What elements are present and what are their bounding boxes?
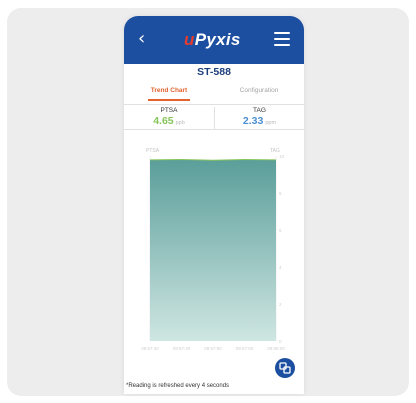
x-tick-label: 09:58:00 xyxy=(267,346,285,351)
top-app-bar: ‹ uPyxis xyxy=(124,16,304,64)
device-title: ST-588 xyxy=(197,66,231,78)
refresh-footnote: *Reading is refreshed every 4 seconds xyxy=(126,383,230,389)
reading-ptsa-name: PTSA xyxy=(160,107,178,114)
reading-ptsa-value: 4.65 xyxy=(153,115,174,127)
x-tick-label: 09:57:60 xyxy=(236,346,254,351)
fullscreen-button[interactable] xyxy=(275,358,295,378)
trend-chart-svg: PTSA TAG108642009:57:30 09:57:40 09:57:50 09… xyxy=(141,148,285,351)
reading-tag-unit: ppm xyxy=(265,120,277,126)
series-area-ptsa xyxy=(150,159,276,341)
reading-tag: TAG 2.33 ppm xyxy=(214,107,304,129)
hamburger-menu-icon[interactable] xyxy=(274,32,290,46)
readings-row: PTSA 4.65 ppb TAG 2.33 ppm xyxy=(124,104,304,130)
right-tick-label: 10 xyxy=(279,154,285,159)
reading-ptsa-value-wrap: 4.65 ppb xyxy=(124,115,214,129)
right-tick-label: 6 xyxy=(279,228,282,233)
trend-chart: PTSA TAG 10 8 6 4 2 0 09:57:30 09:57:40 09:57:50 09… xyxy=(124,136,304,366)
logo-prefix: u xyxy=(184,30,195,49)
logo-main: Pyxis xyxy=(194,30,241,49)
reading-ptsa-unit: ppb xyxy=(175,120,185,126)
reading-tag-name: TAG xyxy=(253,107,266,114)
tab-bar: Trend Chart Configuration xyxy=(124,84,304,104)
x-tick-label: 09:57:30 xyxy=(141,346,159,351)
tab-trend-chart[interactable]: Trend Chart xyxy=(138,84,200,104)
right-tick-label: 8 xyxy=(279,191,282,196)
phone-screen: ‹ uPyxis ST-588 Trend Chart Configuratio… xyxy=(124,16,304,394)
left-axis-label: PTSA xyxy=(146,148,160,154)
right-tick-label: 2 xyxy=(279,302,282,307)
right-tick-label: 4 xyxy=(279,265,282,270)
reading-tag-value: 2.33 xyxy=(242,115,264,127)
x-tick-label: 09:57:40 xyxy=(173,346,191,351)
x-tick-label: 09:57:50 xyxy=(204,346,222,351)
reading-ptsa: PTSA 4.65 ppb xyxy=(124,107,214,129)
tab-configuration[interactable]: Configuration xyxy=(228,84,290,104)
fullscreen-icon xyxy=(279,362,291,374)
right-tick-label: 0 xyxy=(279,339,282,344)
app-logo: uPyxis xyxy=(184,29,254,51)
reading-tag-value-wrap: 2.33 ppm xyxy=(215,115,304,129)
chevron-left-icon[interactable]: ‹ xyxy=(138,29,158,49)
